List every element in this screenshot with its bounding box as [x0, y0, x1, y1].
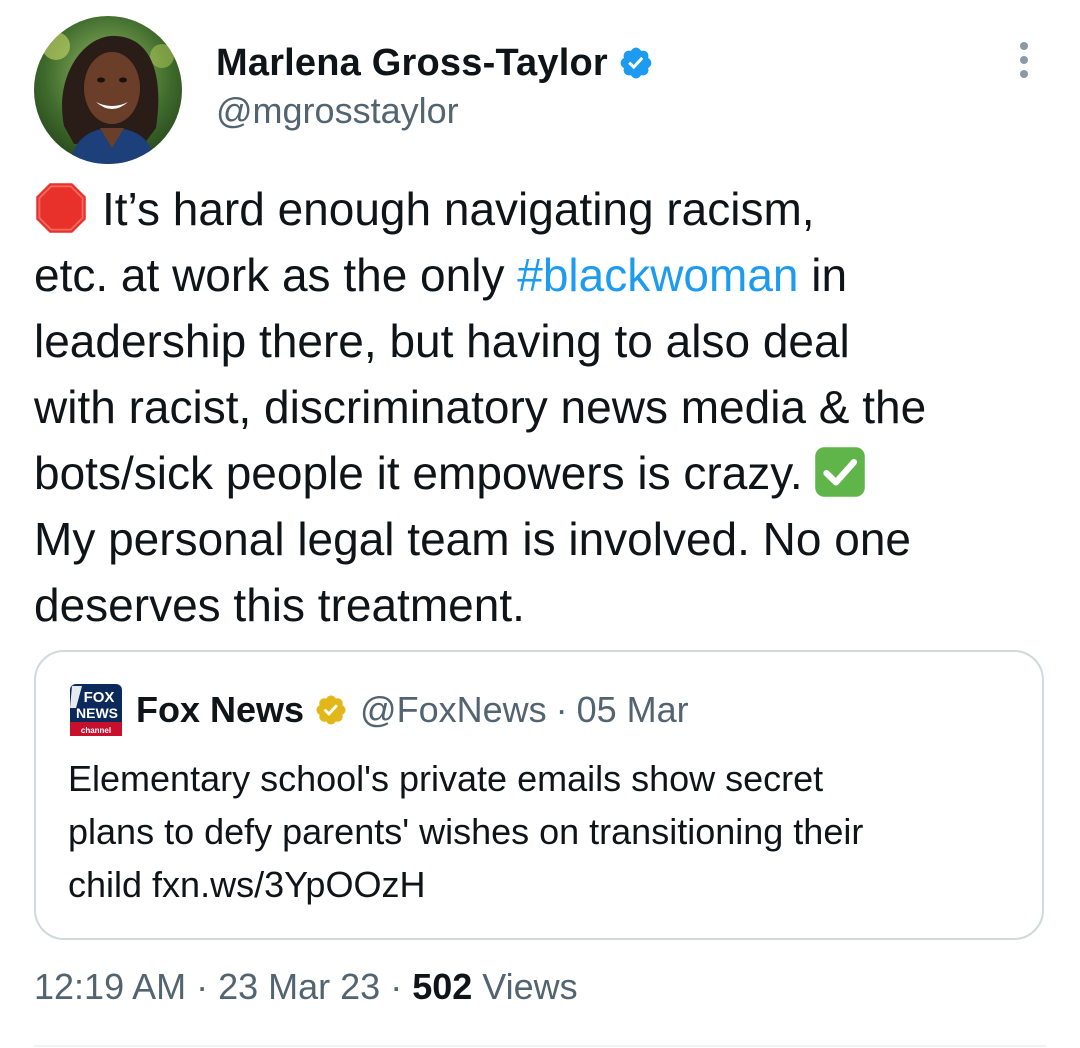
- verified-badge-icon[interactable]: [618, 45, 654, 81]
- tweet-line-text: in: [798, 249, 848, 301]
- tweet-line: It’s hard enough navigating racism,: [34, 176, 1054, 242]
- tweet-line: with racist, discriminatory news media &…: [34, 374, 1054, 440]
- svg-text:NEWS: NEWS: [76, 705, 118, 721]
- tweet-line-text: My personal legal team is involved. No o…: [34, 513, 912, 565]
- more-dot-icon: [1020, 70, 1028, 78]
- check-mark-icon: [813, 445, 867, 499]
- tweet-line: bots/sick people it empowers is crazy.: [34, 440, 1054, 506]
- gold-verified-badge-icon: [314, 693, 348, 727]
- author-avatar[interactable]: [34, 16, 182, 164]
- fox-news-logo-icon[interactable]: FOX NEWS channel: [68, 682, 124, 738]
- hashtag-link[interactable]: #blackwoman: [517, 249, 798, 301]
- author-handle[interactable]: @mgrosstaylor: [216, 90, 459, 132]
- quoted-separator: ·: [555, 689, 568, 730]
- tweet-line-text: etc. at work as the only: [34, 249, 518, 301]
- tweet-line: My personal legal team is involved. No o…: [34, 506, 1054, 572]
- views-label[interactable]: Views: [472, 966, 577, 1007]
- tweet-text: It’s hard enough navigating racism, etc.…: [34, 176, 1054, 638]
- quoted-author-handle: @FoxNews: [360, 689, 547, 730]
- quoted-date: 05 Mar: [576, 689, 689, 730]
- tweet-line: etc. at work as the only #blackwoman in: [34, 242, 1054, 308]
- tweet-line-text: leadership there, but having to also dea…: [34, 315, 850, 367]
- tweet-date[interactable]: 23 Mar 23: [218, 966, 380, 1007]
- quoted-tweet-header: FOX NEWS channel Fox News @FoxNews · 05 …: [68, 682, 689, 738]
- quoted-author-name: Fox News: [136, 689, 305, 730]
- meta-separator: ·: [390, 966, 403, 1007]
- more-dot-icon: [1020, 56, 1028, 64]
- stop-sign-icon: [34, 181, 88, 235]
- svg-text:channel: channel: [81, 726, 111, 735]
- tweet-line-text: with racist, discriminatory news media &…: [34, 381, 927, 433]
- tweet-line-text: deserves this treatment.: [34, 579, 525, 631]
- profile-photo: [34, 16, 182, 164]
- more-dot-icon: [1020, 42, 1028, 50]
- svg-text:FOX: FOX: [84, 689, 115, 706]
- tweet-time[interactable]: 12:19 AM: [34, 966, 186, 1007]
- author-name-row: Marlena Gross-Taylor: [216, 40, 654, 86]
- quoted-line: child fxn.ws/3YpOOzH: [68, 864, 426, 905]
- tweet-line: deserves this treatment.: [34, 572, 1054, 638]
- more-options-button[interactable]: [1008, 40, 1040, 80]
- author-display-name[interactable]: Marlena Gross-Taylor: [216, 42, 608, 85]
- quoted-line: Elementary school's private emails show …: [68, 758, 824, 799]
- views-count[interactable]: 502: [412, 966, 472, 1007]
- tweet-line: leadership there, but having to also dea…: [34, 308, 1054, 374]
- tweet-line-text: It’s hard enough navigating racism,: [102, 183, 815, 235]
- divider: [34, 1045, 1046, 1047]
- quoted-line: plans to defy parents' wishes on transit…: [68, 811, 864, 852]
- meta-separator: ·: [196, 966, 209, 1007]
- quoted-tweet-text: Elementary school's private emails show …: [68, 752, 1028, 911]
- tweet-meta: 12:19 AM · 23 Mar 23 · 502 Views: [34, 966, 578, 1008]
- tweet-line-text: bots/sick people it empowers is crazy.: [34, 447, 803, 499]
- quoted-tweet-card[interactable]: FOX NEWS channel Fox News @FoxNews · 05 …: [34, 650, 1044, 940]
